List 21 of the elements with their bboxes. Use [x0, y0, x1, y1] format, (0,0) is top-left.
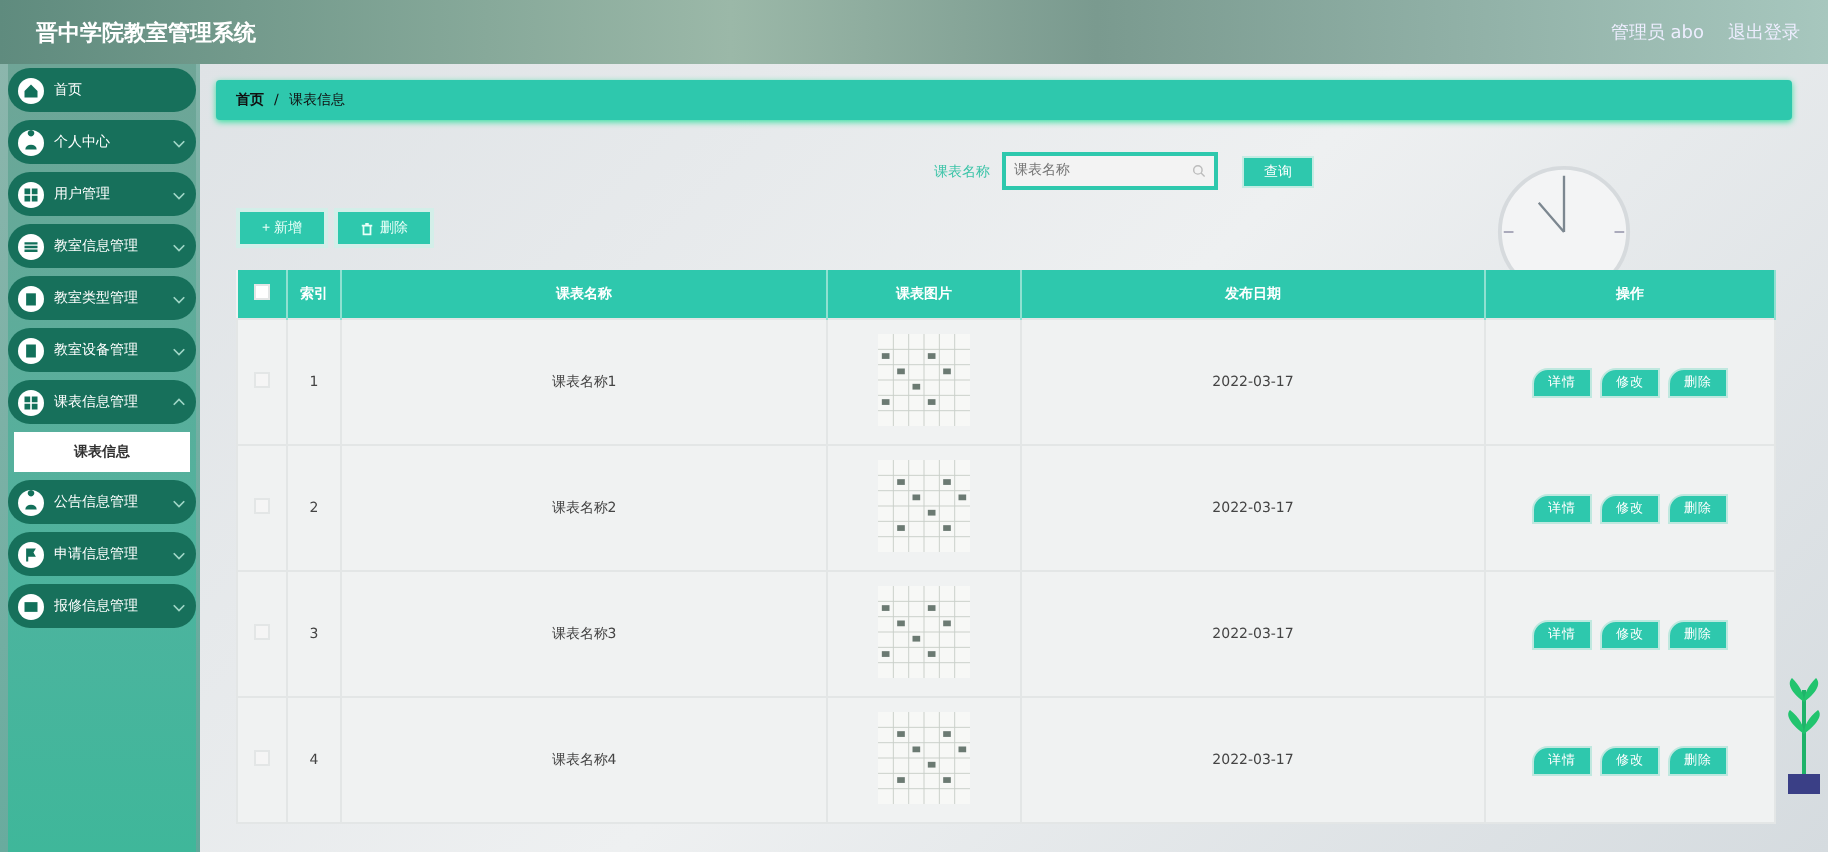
menu-icon: [18, 489, 44, 515]
user-label: 管理员 abo: [1610, 21, 1704, 45]
menu-icon: [18, 77, 44, 103]
menu-icon: [18, 593, 44, 619]
menu-icon: [18, 389, 44, 415]
menu-icon: [18, 129, 44, 155]
timetable-thumbnail: [878, 334, 970, 426]
select-all-checkbox[interactable]: [253, 284, 270, 300]
menu-icon: [18, 337, 44, 363]
system-title: 晋中学院教室管理系统: [36, 17, 258, 47]
timetable-thumbnail: [878, 460, 970, 552]
search-icon: [1192, 164, 1206, 178]
menu-icon: [18, 181, 44, 207]
menu-icon: [18, 233, 44, 259]
menu-icon: [18, 541, 44, 567]
plant-drawing: [1784, 674, 1824, 794]
timetable-thumbnail: [878, 712, 970, 804]
timetable-thumbnail: [878, 586, 970, 678]
menu-icon: [18, 285, 44, 311]
trash-icon: [360, 221, 375, 235]
logout-link[interactable]: 退出登录: [1728, 19, 1800, 45]
